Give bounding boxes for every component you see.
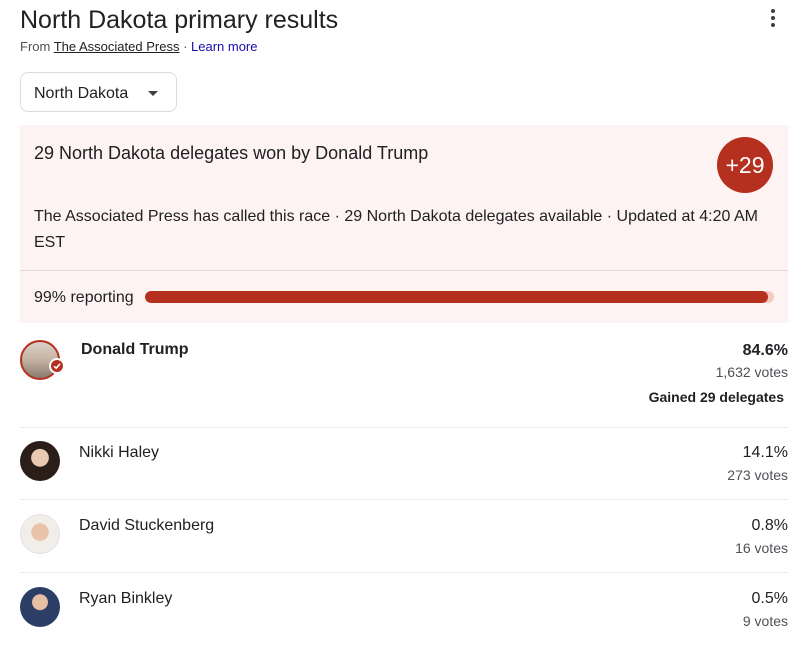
source-line: From The Associated Press · Learn more [20,38,258,55]
row-divider [20,499,788,500]
delegates-gained: Gained 29 delegates [648,389,784,405]
candidate-votes: 16 votes [735,540,788,556]
reporting-bar-fill [145,291,768,303]
race-summary: 29 North Dakota delegates won by Donald … [20,125,788,323]
reporting-label: 99% reporting [34,289,134,306]
winner-check-icon [49,358,65,374]
page-title: North Dakota primary results [20,6,339,34]
candidate-avatar-stuckenberg [20,514,60,554]
candidate-votes: 1,632 votes [715,364,788,380]
row-divider [20,427,788,428]
source-link[interactable]: The Associated Press [54,39,180,54]
candidate-percent: 0.8% [751,517,788,534]
candidate-percent: 0.5% [751,590,788,607]
summary-divider [20,270,788,271]
delegates-badge: +29 [717,137,773,193]
candidate-name: Nikki Haley [79,444,160,461]
source-separator: · [179,39,192,54]
candidate-percent: 84.6% [742,342,788,359]
candidate-percent: 14.1% [742,444,788,461]
learn-more-link[interactable]: Learn more [191,39,257,54]
candidate-avatar-binkley [20,587,60,627]
candidate-avatar-haley [20,441,60,481]
state-select[interactable]: North Dakota [20,72,177,112]
race-status: The Associated Press has called this rac… [34,208,758,251]
row-divider [20,572,788,573]
reporting-bar [145,291,774,303]
candidate-name: Donald Trump [81,341,189,358]
candidate-votes: 273 votes [727,467,788,483]
candidate-votes: 9 votes [742,613,788,629]
summary-headline: 29 North Dakota delegates won by Donald … [34,143,429,163]
more-options-icon[interactable] [762,6,784,30]
candidate-name: David Stuckenberg [79,517,215,534]
candidate-name: Ryan Binkley [79,590,173,607]
source-prefix: From [20,39,54,54]
chevron-down-icon [148,91,158,96]
state-select-value: North Dakota [34,85,129,102]
